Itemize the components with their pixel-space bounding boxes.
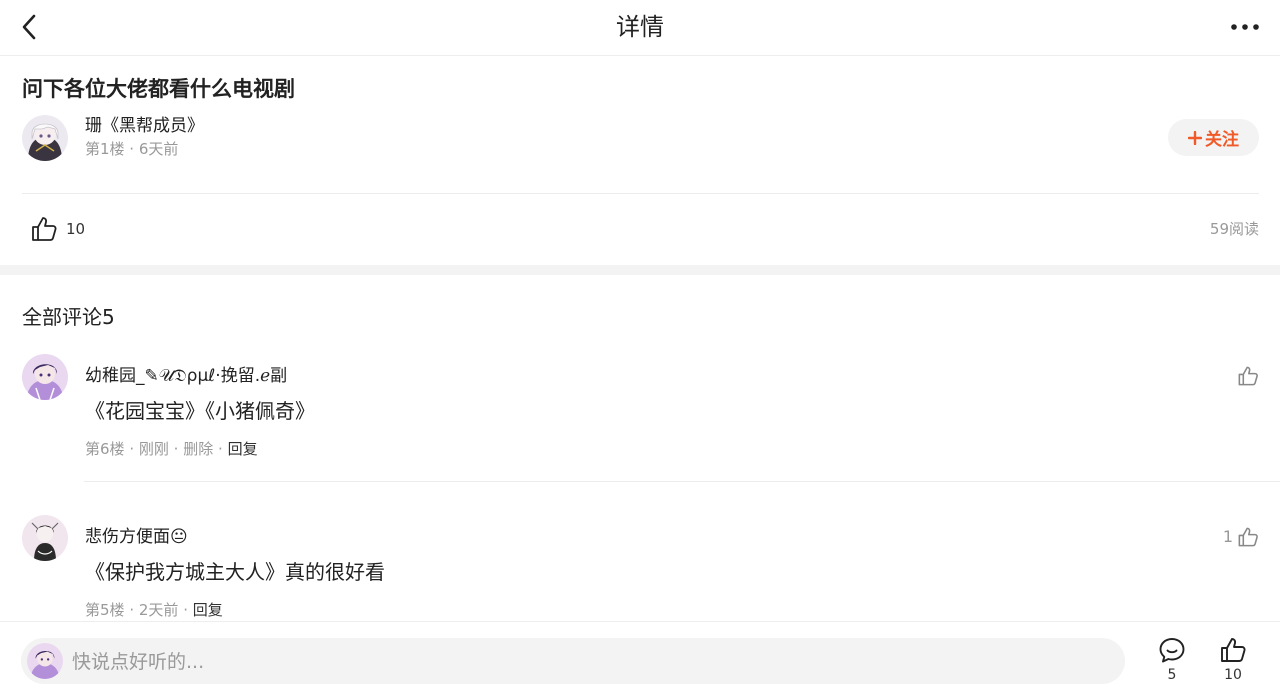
comments-button[interactable]: 5: [1152, 636, 1192, 684]
bottom-action-bar: 快说点好听的... 5 10: [0, 621, 1280, 693]
post-like-count: 10: [66, 220, 86, 238]
thumbs-up-icon: [32, 217, 57, 241]
comment-like-button[interactable]: 1: [1223, 526, 1259, 548]
comment-like-button[interactable]: [1233, 365, 1259, 387]
reply-link[interactable]: 回复: [228, 440, 258, 458]
follow-label: 关注: [1205, 130, 1239, 150]
divider: [22, 193, 1259, 194]
comment-bubble-icon: [1159, 638, 1185, 663]
comment-time: 2天前: [138, 601, 179, 619]
top-nav-bar: 详情: [0, 0, 1280, 56]
post-like-button[interactable]: [30, 215, 58, 243]
comment-avatar[interactable]: [22, 515, 68, 561]
comment-floor: 第6楼: [85, 440, 125, 458]
comment-input[interactable]: 快说点好听的...: [21, 638, 1125, 684]
read-count: 59阅读: [1209, 220, 1259, 238]
meta-separator: ·: [129, 601, 139, 619]
comment-meta: 第5楼 · 2天前 · 回复: [85, 600, 223, 620]
meta-separator: ·: [183, 601, 193, 619]
author-avatar[interactable]: [22, 115, 68, 161]
comment-author-name[interactable]: 幼稚园_✎𝒰𝔇ρμℓ·挽留.ℯ副: [85, 364, 287, 388]
more-horizontal-icon: [1231, 24, 1259, 30]
meta-separator: ·: [173, 440, 184, 458]
plus-icon: [1188, 130, 1202, 145]
author-meta: 第1楼 · 6天前: [85, 140, 179, 158]
delete-comment-link[interactable]: 删除: [183, 440, 213, 458]
comments-count: 5: [1167, 667, 1177, 683]
thumbs-up-icon: [1238, 366, 1258, 386]
reply-link[interactable]: 回复: [193, 601, 223, 619]
comment-text: 《保护我方城主大人》真的很好看: [85, 560, 385, 584]
comment-author-name[interactable]: 悲伤方便面😐: [85, 525, 188, 549]
comment-avatar[interactable]: [22, 354, 68, 400]
section-separator: [0, 265, 1280, 275]
like-button[interactable]: 10: [1213, 636, 1253, 684]
likes-count: 10: [1224, 667, 1242, 683]
page-title: 详情: [616, 13, 664, 41]
comment-time: 刚刚: [138, 440, 169, 458]
comment-input-placeholder: 快说点好听的...: [72, 651, 205, 673]
follow-button[interactable]: 关注: [1168, 119, 1259, 156]
more-options-button[interactable]: [1228, 14, 1262, 40]
meta-separator: ·: [218, 440, 228, 458]
comment-like-count: 1: [1222, 527, 1233, 546]
comment-text: 《花园宝宝》《小猪佩奇》: [85, 399, 315, 423]
comments-heading: 全部评论5: [22, 305, 115, 329]
post-title: 问下各位大佬都看什么电视剧: [22, 77, 295, 101]
current-user-avatar: [27, 643, 63, 679]
comment-meta: 第6楼 · 刚刚 · 删除 · 回复: [85, 439, 258, 459]
thumbs-up-icon: [1221, 638, 1246, 662]
comment-divider: [84, 481, 1280, 482]
comment-floor: 第5楼: [85, 601, 125, 619]
author-name[interactable]: 珊《黑帮成员》: [85, 114, 204, 138]
meta-separator: ·: [129, 440, 139, 458]
thumbs-up-icon: [1238, 527, 1258, 547]
post-detail-page: 详情 问下各位大佬都看什么电视剧 珊《黑帮成员》 第1楼 · 6天前 关注 10…: [0, 0, 1280, 693]
